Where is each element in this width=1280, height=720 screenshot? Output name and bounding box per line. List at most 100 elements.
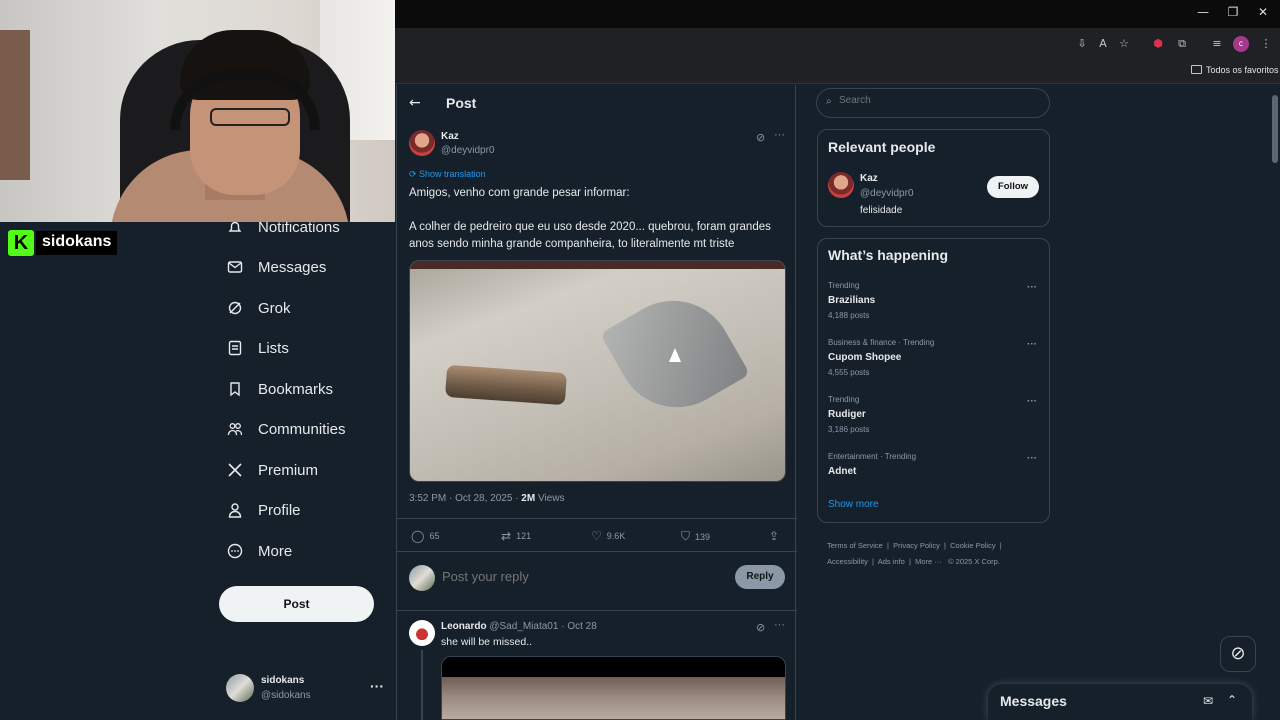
grok-icon[interactable]: ⊘ <box>756 621 765 634</box>
streamer-name: sidokans <box>36 231 118 255</box>
person-icon <box>226 501 244 519</box>
trend-title: Cupom Shopee <box>828 352 902 363</box>
trend-context: Entertainment · Trending <box>828 452 917 461</box>
nav-label: Profile <box>258 501 301 519</box>
author-name[interactable]: Kaz <box>441 131 459 142</box>
background-door <box>0 30 30 180</box>
more-dots-icon[interactable]: ··· <box>1027 339 1037 350</box>
grok-icon[interactable]: ⊘ <box>756 131 765 144</box>
restore-icon[interactable]: ❐ <box>1218 5 1248 19</box>
author-handle[interactable]: @deyvidpr0 <box>441 145 495 156</box>
trend-context: Business & finance · Trending <box>828 338 935 347</box>
post-button[interactable]: Post <box>219 586 374 622</box>
accessibility-link[interactable]: Accessibility <box>827 557 868 566</box>
reply-button[interactable]: Reply <box>735 565 785 589</box>
reply-action[interactable]: ◯ 65 <box>411 529 439 543</box>
webcam-overlay <box>0 0 395 222</box>
trend-item[interactable]: Trending Brazilians 4,188 posts <box>828 281 1038 320</box>
browser-menu-icon[interactable]: ⋮ <box>1258 36 1274 52</box>
more-link[interactable]: More ··· <box>915 557 942 566</box>
heart-icon: ♡ <box>591 529 602 543</box>
profile-avatar-icon[interactable]: c <box>1233 36 1249 52</box>
reply-author-handle[interactable]: @Sad_Miata01 <box>489 621 558 632</box>
media-icon[interactable]: ≡ <box>1209 36 1225 52</box>
footer-links: Terms of Service | Privacy Policy | Cook… <box>827 541 1002 566</box>
trend-count: 4,555 posts <box>828 368 870 377</box>
post-image[interactable] <box>409 260 786 482</box>
ads-info-link[interactable]: Ads info <box>878 557 905 566</box>
person-avatar[interactable] <box>828 172 854 198</box>
chevron-up-icon[interactable]: ⌃ <box>1227 693 1237 707</box>
nav-profile[interactable]: Profile <box>226 492 301 528</box>
scrollbar[interactable] <box>1270 85 1280 720</box>
privacy-link[interactable]: Privacy Policy <box>893 541 940 550</box>
nav-more[interactable]: More <box>226 533 292 569</box>
people-icon <box>226 420 244 438</box>
trend-item[interactable]: Business & finance · Trending Cupom Shop… <box>828 338 1038 377</box>
person-name[interactable]: Kaz <box>860 173 878 184</box>
minimize-icon[interactable]: — <box>1188 5 1218 19</box>
trend-context: Trending <box>828 281 860 290</box>
reply-date[interactable]: · Oct 28 <box>561 621 597 632</box>
more-dots-icon[interactable]: ··· <box>370 678 384 694</box>
reply-input[interactable] <box>442 569 722 584</box>
grok-floating-button[interactable]: ⊘ <box>1220 636 1256 672</box>
like-count: 9.6K <box>606 531 626 541</box>
account-switcher[interactable]: sidokans @sidokans ··· <box>226 674 386 704</box>
install-app-icon[interactable]: ⇩ <box>1074 36 1090 52</box>
nav-label: Messages <box>258 258 327 276</box>
search-input[interactable] <box>839 95 1039 106</box>
reply-author-avatar[interactable] <box>409 620 435 646</box>
more-dots-icon[interactable]: ··· <box>774 619 785 631</box>
more-dots-icon[interactable]: ··· <box>1027 453 1037 464</box>
show-translation-link[interactable]: ⟳ Show translation <box>409 169 486 180</box>
timestamp-text: 3:52 PM · Oct 28, 2025 · <box>409 493 522 504</box>
star-icon[interactable]: ☆ <box>1116 36 1132 52</box>
nav-grok[interactable]: Grok <box>226 290 291 326</box>
translate-icon[interactable]: A <box>1095 36 1111 52</box>
reply-author-name[interactable]: Leonardo <box>441 621 487 632</box>
nav-bookmarks[interactable]: Bookmarks <box>226 371 333 407</box>
author-avatar[interactable] <box>409 130 435 156</box>
translate-icon: ⟳ <box>409 169 420 179</box>
scrollbar-thumb[interactable] <box>1272 95 1278 163</box>
nav-communities[interactable]: Communities <box>226 411 346 447</box>
bookmark-action[interactable]: ⛉ 139 <box>681 529 710 544</box>
list-icon <box>226 339 244 357</box>
share-action[interactable]: ⇪ <box>769 529 779 543</box>
back-arrow-icon[interactable]: ← <box>409 95 421 111</box>
account-name: sidokans <box>261 675 305 686</box>
new-message-icon[interactable]: ✉ <box>1203 694 1213 708</box>
terms-link[interactable]: Terms of Service <box>827 541 883 550</box>
nav-label: Bookmarks <box>258 380 334 398</box>
all-bookmarks-link[interactable]: Todos os favoritos <box>1206 65 1279 75</box>
post-detail-column: ← Post Kaz @deyvidpr0 ⊘ ··· ⟳ Show trans… <box>396 85 797 720</box>
post-text-line: Amigos, venho com grande pesar informar: <box>409 187 630 199</box>
trend-title: Brazilians <box>828 295 876 306</box>
nav-messages[interactable]: Messages <box>226 249 326 285</box>
repost-action[interactable]: ⇄ 121 <box>501 529 531 543</box>
extension-shield-icon[interactable]: ⬢ <box>1150 36 1166 52</box>
close-icon[interactable]: ✕ <box>1248 5 1278 19</box>
page-title: Post <box>446 95 477 111</box>
reply-media[interactable] <box>441 656 786 720</box>
trend-item[interactable]: Trending Rudiger 3,186 posts <box>828 395 1038 434</box>
avatar <box>226 674 254 702</box>
nav-premium[interactable]: Premium <box>226 452 318 488</box>
share-icon: ⇪ <box>769 529 780 543</box>
follow-button[interactable]: Follow <box>987 176 1039 198</box>
extensions-icon[interactable]: ⧉ <box>1174 36 1190 52</box>
trend-item[interactable]: Entertainment · Trending Adnet <box>828 452 1038 477</box>
nav-lists[interactable]: Lists <box>226 330 289 366</box>
more-dots-icon[interactable]: ··· <box>774 129 785 141</box>
person-handle[interactable]: @deyvidpr0 <box>860 188 914 199</box>
more-dots-icon[interactable]: ··· <box>1027 396 1037 407</box>
post-actions: ◯ 65 ⇄ 121 ♡ 9.6K ⛉ 139 ⇪ <box>397 518 797 552</box>
post-text-line: A colher de pedreiro que eu uso desde 20… <box>409 221 771 250</box>
messages-drawer-title[interactable]: Messages <box>1000 693 1067 709</box>
show-more-link[interactable]: Show more <box>828 499 879 510</box>
like-action[interactable]: ♡ 9.6K <box>591 529 625 543</box>
cookie-link[interactable]: Cookie Policy <box>950 541 995 550</box>
envelope-icon <box>226 258 244 276</box>
more-dots-icon[interactable]: ··· <box>1027 282 1037 293</box>
